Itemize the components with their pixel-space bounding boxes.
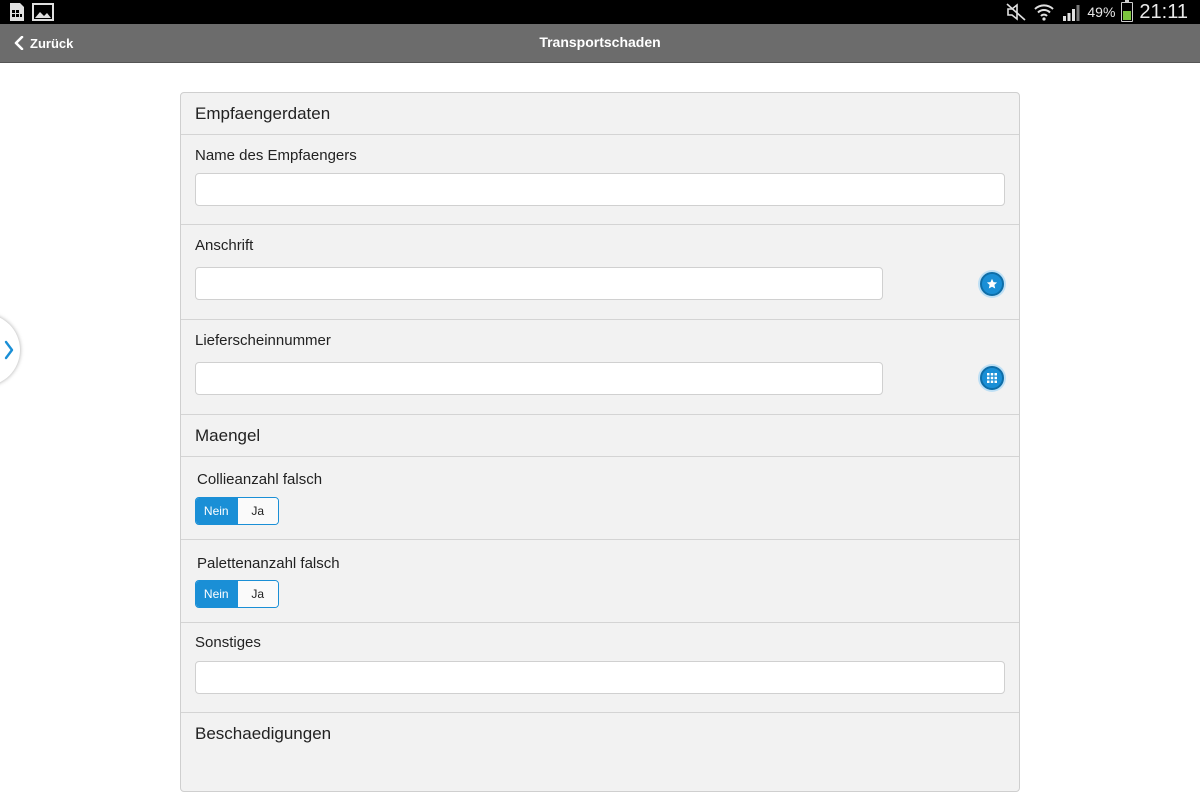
address-input[interactable]	[195, 267, 883, 300]
app-header: Transportschaden Zurück	[0, 24, 1200, 63]
back-button-label: Zurück	[30, 35, 74, 51]
status-notifications	[8, 2, 54, 22]
signal-icon	[1063, 5, 1080, 21]
field-pallet-count: Palettenanzahl falsch Nein Ja	[181, 540, 1019, 623]
field-address: Anschrift	[181, 225, 1019, 320]
delivery-note-input[interactable]	[195, 362, 883, 395]
delivery-note-keypad-button[interactable]	[980, 366, 1004, 390]
status-indicators: 49% 21:11	[1005, 0, 1188, 24]
battery-icon	[1121, 0, 1134, 22]
field-parcel-count: Collieanzahl falsch Nein Ja	[181, 457, 1019, 540]
parcel-count-no-option[interactable]: Nein	[196, 498, 237, 524]
pallet-count-yes-option[interactable]: Ja	[236, 581, 278, 607]
parcel-count-toggle: Nein Ja	[195, 497, 279, 525]
back-button[interactable]: Zurück	[14, 32, 73, 54]
field-label-recipient-name: Name des Empfaengers	[195, 147, 357, 164]
gallery-icon	[32, 3, 54, 21]
field-other: Sonstiges	[181, 623, 1019, 713]
mute-icon	[1006, 3, 1026, 21]
field-recipient-name: Name des Empfaengers	[181, 135, 1019, 225]
address-favorites-button[interactable]	[980, 272, 1004, 296]
grid-icon	[987, 373, 997, 383]
field-label-address: Anschrift	[195, 237, 254, 254]
battery-percentage: 49%	[1087, 4, 1116, 20]
section-title-damages: Beschaedigungen	[195, 724, 332, 743]
status-bar: 49% 21:11	[0, 0, 1200, 24]
field-label-pallet-count: Palettenanzahl falsch	[197, 555, 340, 572]
side-panel-toggle[interactable]	[0, 314, 20, 386]
other-input[interactable]	[195, 661, 1005, 694]
parcel-count-yes-option[interactable]: Ja	[236, 498, 278, 524]
star-icon	[986, 278, 998, 289]
wifi-icon	[1034, 4, 1055, 21]
section-header-damages: Beschaedigungen	[181, 713, 1019, 755]
chevron-left-icon	[14, 36, 24, 50]
sim-card-icon	[10, 3, 24, 21]
recipient-name-input[interactable]	[195, 173, 1005, 206]
field-label-other: Sonstiges	[195, 634, 261, 651]
form-card: Empfaengerdaten Name des Empfaengers Ans…	[180, 92, 1020, 792]
pallet-count-toggle: Nein Ja	[195, 580, 279, 608]
clock: 21:11	[1139, 1, 1188, 23]
field-delivery-note: Lieferscheinnummer	[181, 320, 1019, 415]
field-label-delivery-note: Lieferscheinnummer	[195, 332, 331, 349]
section-title-defects: Maengel	[195, 425, 261, 445]
chevron-right-icon	[4, 340, 14, 360]
section-header-defects: Maengel	[181, 415, 1019, 457]
section-header-recipient: Empfaengerdaten	[181, 93, 1019, 135]
pallet-count-no-option[interactable]: Nein	[196, 581, 237, 607]
page-title: Transportschaden	[539, 34, 661, 50]
field-label-parcel-count: Collieanzahl falsch	[197, 471, 323, 488]
section-title-recipient: Empfaengerdaten	[195, 103, 331, 123]
battery-level-fill	[1123, 11, 1132, 20]
